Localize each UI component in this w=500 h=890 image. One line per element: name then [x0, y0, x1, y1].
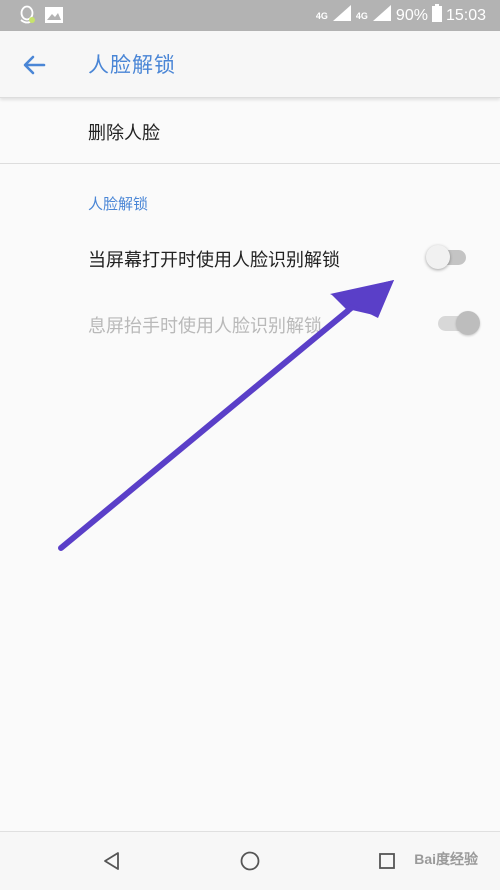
arrow-left-icon: [23, 55, 46, 75]
status-indicators: 4G 4G 90% 15:03: [316, 4, 486, 27]
back-button[interactable]: [20, 51, 48, 79]
image-notification-icon: [44, 6, 64, 28]
pref-label: 当屏幕打开时使用人脸识别解锁: [88, 250, 340, 271]
navigation-bar: Bai度经验: [0, 831, 500, 890]
watermark: Bai度经验: [414, 851, 478, 867]
nav-home-button[interactable]: [237, 848, 263, 874]
switch-thumb: [426, 245, 450, 269]
qq-notification-icon: [18, 5, 36, 29]
square-recents-icon: [379, 853, 395, 869]
nav-back-button[interactable]: [99, 848, 125, 874]
circle-home-icon: [240, 851, 260, 871]
battery-icon: [431, 4, 442, 27]
signal-icon-2: [372, 4, 392, 27]
notification-icons: [18, 5, 64, 29]
status-bar: 4G 4G 90% 15:03: [0, 0, 500, 31]
app-bar: 人脸解锁: [0, 31, 500, 98]
pref-unlock-screen-on[interactable]: 当屏幕打开时使用人脸识别解锁: [0, 225, 500, 291]
nav-recents-button[interactable]: [374, 848, 400, 874]
delete-face-item[interactable]: 删除人脸: [0, 98, 500, 164]
network-type-label-2: 4G: [355, 10, 368, 21]
clock: 15:03: [445, 6, 486, 24]
triangle-back-icon: [104, 852, 119, 870]
network-type-label: 4G: [315, 10, 328, 21]
battery-percent: 90%: [395, 6, 428, 24]
section-header: 人脸解锁: [88, 195, 149, 213]
signal-icon: [332, 4, 352, 27]
switch-thumb: [456, 311, 480, 335]
pref-unlock-raise-hand: 息屏抬手时使用人脸识别解锁: [0, 291, 500, 357]
toggle-switch-raise-hand: [436, 308, 480, 338]
pref-label: 息屏抬手时使用人脸识别解锁: [88, 316, 322, 337]
delete-face-label: 删除人脸: [88, 123, 160, 144]
page-title: 人脸解锁: [88, 53, 176, 77]
toggle-switch-screen-on[interactable]: [426, 242, 470, 272]
